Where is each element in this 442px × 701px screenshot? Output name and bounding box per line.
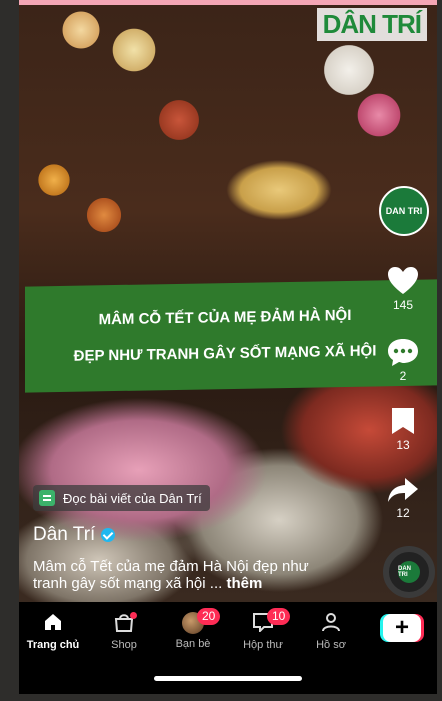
home-icon bbox=[45, 614, 61, 630]
like-button[interactable]: 145 bbox=[383, 266, 423, 312]
create-button[interactable]: + bbox=[383, 614, 421, 642]
avatar-label: DAN TRI bbox=[385, 206, 423, 216]
music-disc[interactable]: DAN TRI bbox=[383, 546, 435, 598]
bookmark-button[interactable]: 13 bbox=[383, 406, 423, 452]
comment-icon bbox=[388, 339, 418, 366]
nav-shop-label: Shop bbox=[111, 639, 137, 651]
read-article-button[interactable]: Đọc bài viết của Dân Trí bbox=[33, 485, 210, 511]
dantri-logo: DÂN TRÍ bbox=[316, 8, 427, 41]
nav-friends-label: Bạn bè bbox=[175, 638, 211, 650]
article-icon bbox=[39, 490, 55, 506]
bottom-nav: Trang chủ Shop 20 Bạn bè 10 Hộp thư Hồ s… bbox=[19, 602, 437, 694]
bookmark-icon bbox=[392, 408, 414, 434]
share-count: 12 bbox=[396, 506, 410, 520]
phone-screen: DÂN TRÍ MÂM CỖ TẾT CỦA MẸ ĐẢM HÀ NỘI ĐẸP… bbox=[19, 0, 437, 694]
nav-profile-label: Hồ sơ bbox=[316, 639, 346, 651]
inbox-badge: 10 bbox=[267, 608, 291, 625]
progress-bar bbox=[19, 0, 437, 5]
profile-icon bbox=[322, 613, 340, 632]
headline-banner: MÂM CỖ TẾT CỦA MẸ ĐẢM HÀ NỘI ĐẸP NHƯ TRA… bbox=[25, 279, 437, 393]
headline-line-2: ĐẸP NHƯ TRANH GÂY SỐT MẠNG XÃ HỘI bbox=[73, 342, 377, 365]
bookmark-count: 13 bbox=[396, 438, 410, 452]
caption-text: Mâm cỗ Tết của mẹ đảm Hà Nội đẹp như tra… bbox=[33, 558, 309, 592]
author-name: Dân Trí bbox=[33, 524, 96, 545]
disc-label: DAN TRI bbox=[398, 561, 420, 583]
caption[interactable]: Mâm cỗ Tết của mẹ đảm Hà Nội đẹp như tra… bbox=[33, 558, 333, 592]
friends-badge: 20 bbox=[197, 608, 221, 625]
home-indicator bbox=[154, 676, 302, 681]
nav-home[interactable]: Trang chủ bbox=[23, 612, 83, 651]
nav-inbox-label: Hộp thư bbox=[243, 639, 283, 651]
creator-avatar[interactable]: DAN TRI bbox=[379, 186, 429, 236]
nav-friends[interactable]: 20 Bạn bè bbox=[163, 608, 223, 650]
see-more-link[interactable]: thêm bbox=[226, 575, 262, 592]
shop-notification-dot bbox=[130, 612, 137, 619]
like-count: 145 bbox=[392, 298, 414, 312]
verified-icon bbox=[101, 528, 116, 542]
nav-shop[interactable]: Shop bbox=[94, 612, 154, 651]
nav-inbox[interactable]: 10 Hộp thư bbox=[233, 608, 293, 651]
heart-icon bbox=[388, 267, 418, 294]
nav-home-label: Trang chủ bbox=[26, 639, 80, 651]
read-article-label: Đọc bài viết của Dân Trí bbox=[63, 490, 202, 506]
nav-profile[interactable]: Hồ sơ bbox=[301, 612, 361, 651]
video-content[interactable]: DÂN TRÍ MÂM CỖ TẾT CỦA MẸ ĐẢM HÀ NỘI ĐẸP… bbox=[19, 0, 437, 602]
share-button[interactable]: 12 bbox=[383, 476, 423, 520]
comment-count: 2 bbox=[399, 369, 407, 383]
device-frame: DÂN TRÍ MÂM CỖ TẾT CỦA MẸ ĐẢM HÀ NỘI ĐẸP… bbox=[0, 0, 442, 701]
author-row[interactable]: Dân Trí bbox=[33, 524, 116, 546]
share-icon bbox=[388, 478, 418, 502]
comment-button[interactable]: 2 bbox=[383, 337, 423, 383]
headline-line-1: MÂM CỖ TẾT CỦA MẸ ĐẢM HÀ NỘI bbox=[98, 306, 352, 329]
